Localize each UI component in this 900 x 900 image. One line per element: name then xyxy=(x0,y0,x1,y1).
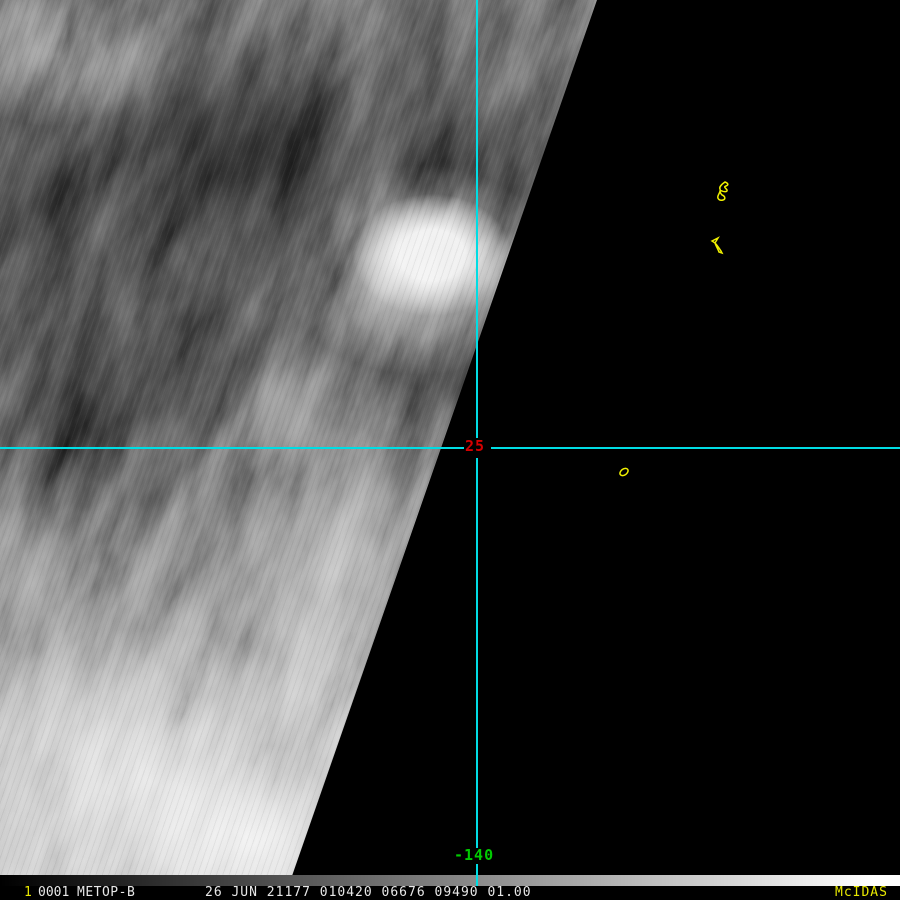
island-outline-north-icon xyxy=(717,181,729,201)
status-bar: 1 0001 METOP-B 26 JUN 21177 010420 06676… xyxy=(0,886,900,900)
island-outline-mid-icon xyxy=(710,236,724,255)
longitude-gridline-bottom xyxy=(476,864,478,886)
satellite-image-canvas[interactable] xyxy=(0,0,597,876)
latitude-gridline-left xyxy=(0,447,464,449)
mcidas-window: 25 -140 1 0001 METOP-B 26 JUN 21177 0104… xyxy=(0,0,900,900)
latitude-gridline-right xyxy=(491,447,900,449)
frame-number: 1 xyxy=(24,885,32,900)
longitude-gridline-top xyxy=(476,0,478,438)
island-outline-atoll-icon xyxy=(619,467,629,477)
scanline-texture xyxy=(0,0,597,876)
satellite-name: METOP-B xyxy=(77,885,136,900)
mcidas-brand: McIDAS xyxy=(835,885,888,900)
image-datetime: 26 JUN 21177 010420 06676 09490 01.00 xyxy=(205,885,532,900)
image-id: 0001 xyxy=(38,885,70,900)
longitude-label: -140 xyxy=(454,846,495,864)
latitude-label: 25 xyxy=(465,437,486,455)
longitude-gridline-mid xyxy=(476,458,478,848)
